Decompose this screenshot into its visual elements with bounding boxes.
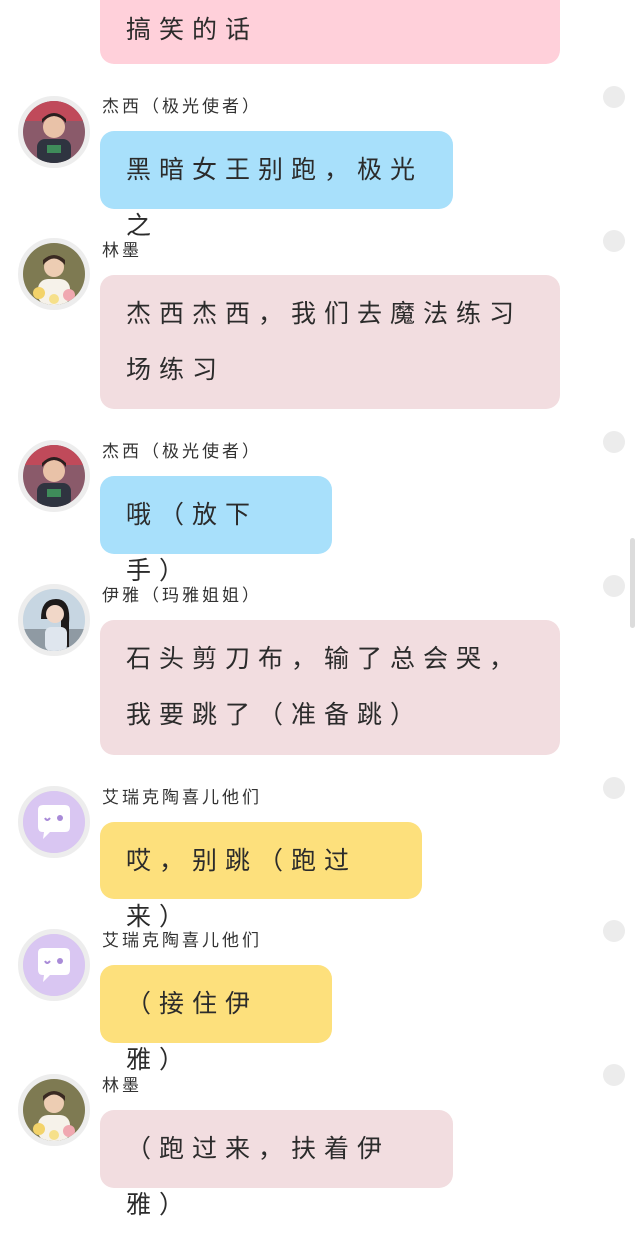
select-radio[interactable] (603, 920, 625, 942)
message-text: 搞笑的话 (126, 15, 259, 44)
select-radio[interactable] (603, 575, 625, 597)
flower-boy-avatar-icon (23, 243, 85, 305)
select-radio[interactable] (603, 86, 625, 108)
message-text: 哎，别跳（跑过来） (126, 846, 358, 931)
message-bubble[interactable]: 黑暗女王别跑，极光之 (100, 131, 453, 240)
sender-name: 林墨 (102, 241, 142, 261)
sender-name: 林墨 (102, 1076, 142, 1096)
chat-bubble-avatar-icon (23, 934, 85, 996)
select-radio[interactable] (603, 777, 625, 799)
avatar[interactable] (18, 96, 90, 168)
sender-name: 杰西（极光使者） (102, 97, 262, 117)
avatar[interactable] (18, 929, 90, 1001)
scrollbar[interactable] (630, 538, 635, 628)
message-bubble[interactable]: 哦（放下手） (100, 476, 332, 585)
chat-bubble-avatar-icon (23, 791, 85, 853)
message-bubble[interactable]: （接住伊雅） (100, 965, 332, 1074)
avatar[interactable] (18, 1074, 90, 1146)
message-bubble[interactable]: 杰西杰西，我们去魔法练习场练习 (100, 275, 560, 409)
message-bubble[interactable]: （跑过来，扶着伊雅） (100, 1110, 453, 1219)
message-text: 石头剪刀布，输了总会哭，我要跳了（准备跳） (126, 644, 523, 729)
message-bubble[interactable]: 哎，别跳（跑过来） (100, 822, 422, 931)
sender-name: 伊雅（玛雅姐姐） (102, 586, 262, 606)
sender-name: 艾瑞克陶喜儿他们 (102, 931, 262, 951)
avatar[interactable] (18, 440, 90, 512)
message-text: 哦（放下手） (126, 500, 259, 585)
sender-name: 杰西（极光使者） (102, 442, 262, 462)
boy-photo-avatar-icon (23, 101, 85, 163)
message-bubble[interactable]: 搞笑的话 (100, 0, 560, 64)
message-bubble[interactable]: 石头剪刀布，输了总会哭，我要跳了（准备跳） (100, 620, 560, 755)
select-radio[interactable] (603, 1064, 625, 1086)
sender-name: 艾瑞克陶喜儿他们 (102, 788, 262, 808)
message-text: 黑暗女王别跑，极光之 (126, 155, 424, 240)
flower-boy-avatar-icon (23, 1079, 85, 1141)
message-text: （接住伊雅） (126, 989, 259, 1074)
message-text: 杰西杰西，我们去魔法练习场练习 (126, 299, 523, 384)
boy-photo-avatar-icon (23, 445, 85, 507)
select-radio[interactable] (603, 431, 625, 453)
avatar[interactable] (18, 584, 90, 656)
avatar[interactable] (18, 238, 90, 310)
avatar[interactable] (18, 786, 90, 858)
message-text: （跑过来，扶着伊雅） (126, 1134, 391, 1219)
select-radio[interactable] (603, 230, 625, 252)
girl-photo-avatar-icon (23, 589, 85, 651)
